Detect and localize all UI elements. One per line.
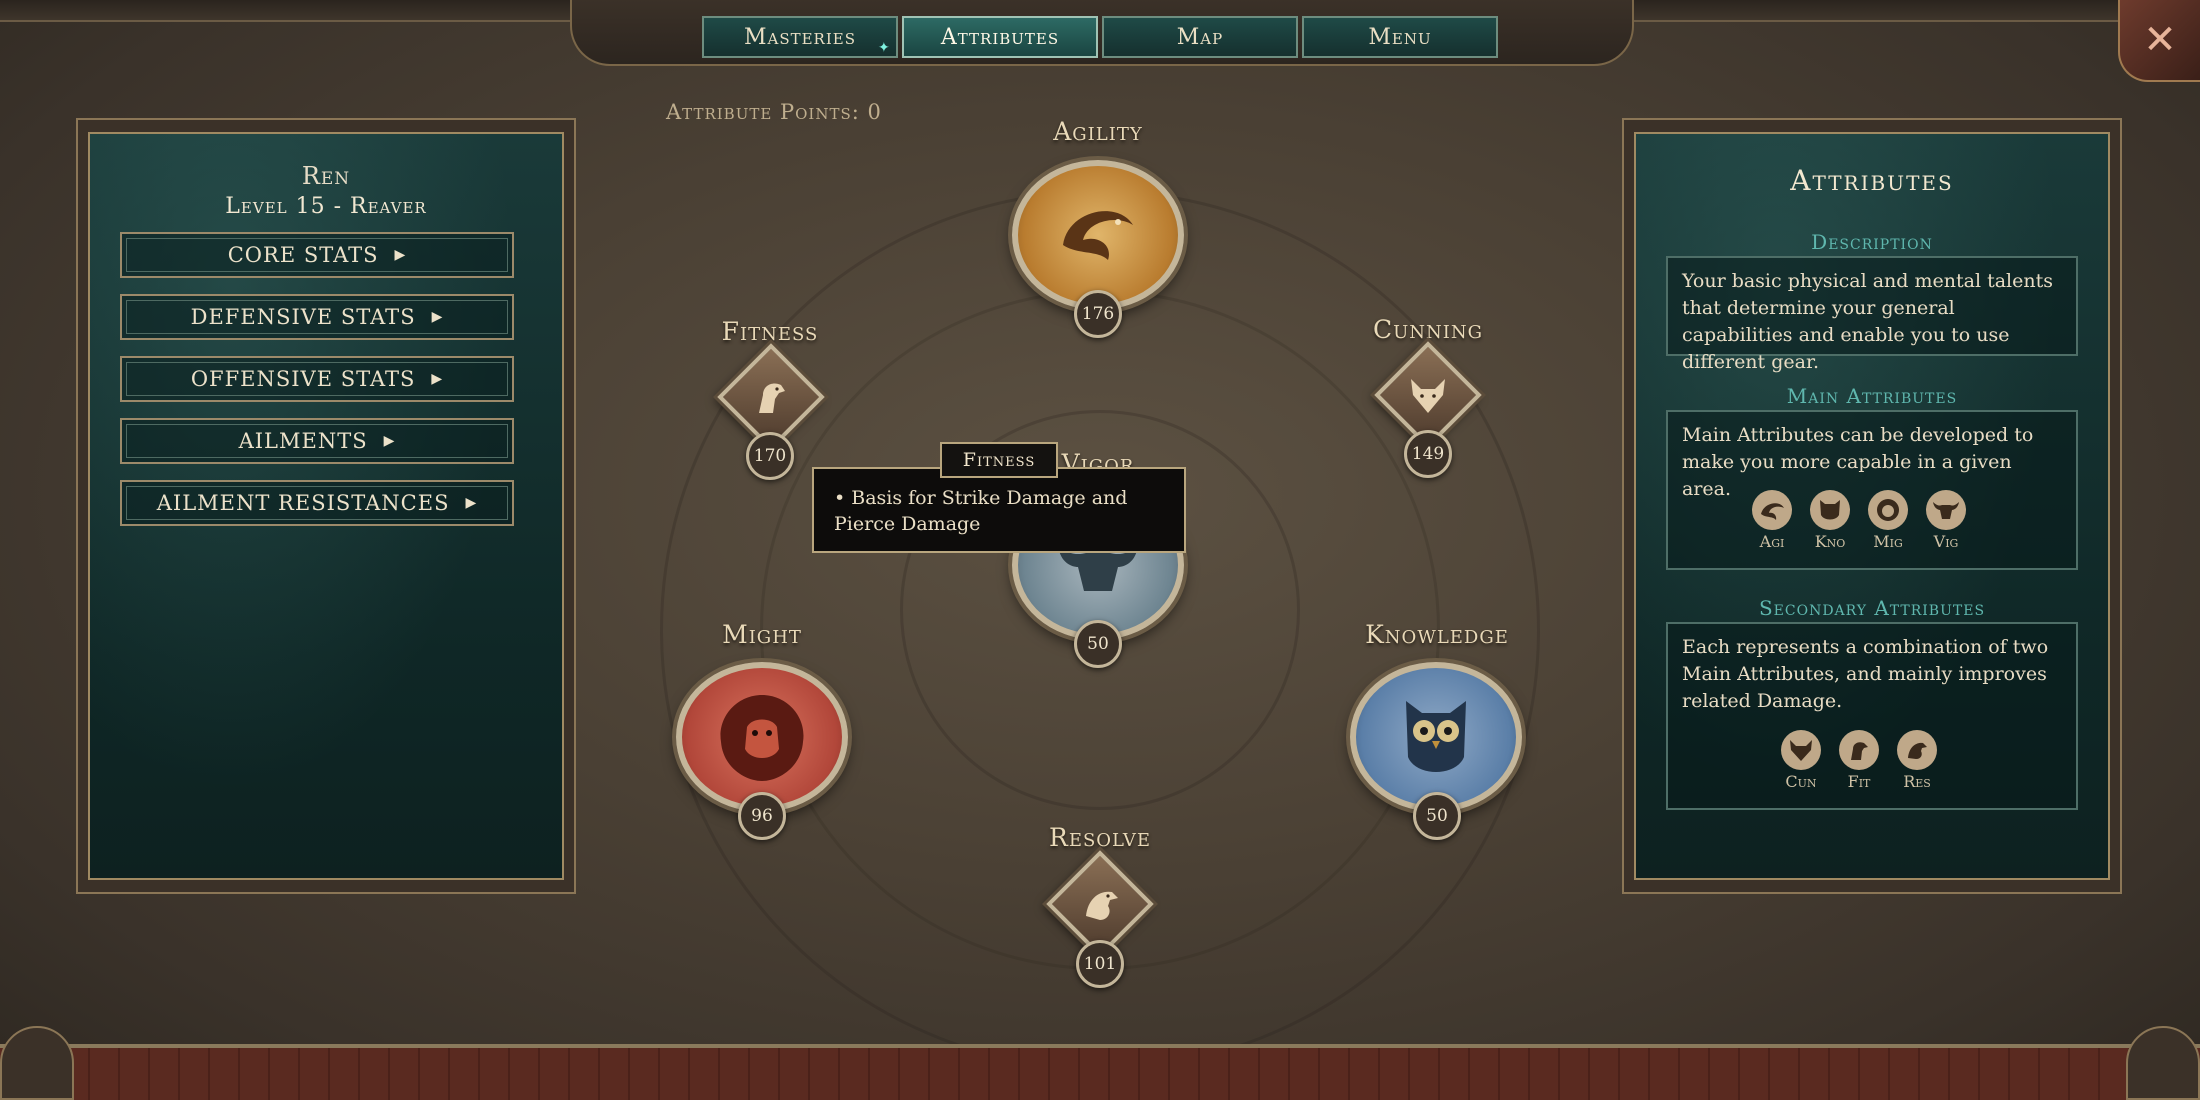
character-name: Ren — [301, 162, 351, 190]
offensive-stats-button[interactable]: OFFENSIVE STATS ▶ — [120, 356, 514, 402]
secondary-attr-res: Res — [1882, 730, 1952, 791]
agility-label: Agility — [1053, 117, 1143, 146]
offensive-stats-label: OFFENSIVE STATS — [190, 367, 416, 391]
dolphin-icon — [1063, 211, 1133, 260]
fox-icon — [1411, 379, 1445, 413]
description-heading: Description — [1811, 230, 1933, 254]
tab-masteries[interactable]: Masteries — [702, 16, 898, 58]
fox-icon — [1781, 730, 1821, 770]
bottom-border — [0, 1044, 2200, 1100]
attribute-points-value: 0 — [867, 100, 882, 124]
ailments-label: AILMENTS — [238, 429, 368, 453]
core-stats-label: CORE STATS — [227, 243, 379, 267]
attribute-points-counter: Attribute Points: 0 — [666, 100, 882, 124]
owl-icon — [1406, 701, 1466, 772]
lion-icon — [1868, 490, 1908, 530]
lion-icon — [720, 695, 804, 781]
main-attr-vig: Vig — [1911, 490, 1981, 551]
cunning-value-badge: 149 — [1404, 430, 1452, 478]
tab-menu[interactable]: Menu — [1302, 16, 1498, 58]
defensive-stats-button[interactable]: DEFENSIVE STATS ▶ — [120, 294, 514, 340]
might-medallion[interactable] — [676, 662, 848, 812]
bull-icon — [1926, 490, 1966, 530]
horse-icon — [1839, 730, 1879, 770]
tab-attributes[interactable]: Attributes — [902, 16, 1098, 58]
character-stats-panel: Ren Level 15 - Reaver CORE STATS ▶ DEFENS… — [76, 118, 576, 894]
might-value-badge: 96 — [738, 792, 786, 840]
character-level-class: Level 15 - Reaver — [225, 194, 427, 219]
eagle-icon — [1086, 891, 1118, 920]
resolve-label: Resolve — [1048, 823, 1152, 852]
attributes-info-panel: Attributes Description Your basic physic… — [1622, 118, 2122, 894]
main-attributes-heading: Main Attributes — [1786, 384, 1958, 408]
cunning-label: Cunning — [1372, 315, 1484, 344]
fitness-value-badge: 170 — [746, 432, 794, 480]
resolve-value-badge: 101 — [1076, 940, 1124, 988]
secondary-attributes-text: Each represents a combination of two Mai… — [1682, 636, 2049, 712]
tab-map[interactable]: Map — [1102, 16, 1298, 58]
close-icon[interactable]: ✕ — [2118, 0, 2200, 82]
arrow-right-icon: ▶ — [383, 433, 396, 449]
ailments-button[interactable]: AILMENTS ▶ — [120, 418, 514, 464]
dolphin-icon — [1752, 490, 1792, 530]
vigor-value-badge: 50 — [1074, 620, 1122, 668]
knowledge-value-badge: 50 — [1413, 792, 1461, 840]
knowledge-medallion[interactable] — [1350, 662, 1522, 812]
eagle-icon — [1897, 730, 1937, 770]
fitness-label: Fitness — [721, 317, 819, 346]
secondary-attributes-heading: Secondary Attributes — [1758, 596, 1986, 620]
core-stats-button[interactable]: CORE STATS ▶ — [120, 232, 514, 278]
might-label: Might — [722, 620, 802, 649]
arrow-right-icon: ▶ — [394, 247, 407, 263]
agility-value-badge: 176 — [1074, 290, 1122, 338]
horse-icon — [759, 383, 785, 413]
ailment-resistances-button[interactable]: AILMENT RESISTANCES ▶ — [120, 480, 514, 526]
arrow-right-icon: ▶ — [431, 371, 444, 387]
knowledge-label: Knowledge — [1365, 620, 1509, 649]
attribute-points-label: Attribute Points: — [666, 100, 860, 124]
new-indicator-icon: ✦ — [878, 40, 890, 56]
arrow-right-icon: ▶ — [431, 309, 444, 325]
ailment-resistances-label: AILMENT RESISTANCES — [156, 491, 450, 515]
bottom-corner-ornament — [2126, 1026, 2200, 1100]
vig-abbr: Vig — [1933, 532, 1959, 551]
tooltip-body: • Basis for Strike Damage and Pierce Dam… — [812, 467, 1186, 553]
owl-icon — [1810, 490, 1850, 530]
info-panel-title: Attributes — [1790, 164, 1954, 197]
description-text: Your basic physical and mental talents t… — [1666, 256, 2078, 373]
tab-bar: Masteries Attributes Map Menu — [570, 0, 1634, 66]
bottom-corner-ornament — [0, 1026, 74, 1100]
tooltip-title: Fitness — [940, 442, 1058, 478]
res-abbr: Res — [1903, 772, 1931, 791]
agility-medallion[interactable] — [1012, 160, 1184, 310]
defensive-stats-label: DEFENSIVE STATS — [190, 305, 416, 329]
arrow-right-icon: ▶ — [465, 495, 478, 511]
